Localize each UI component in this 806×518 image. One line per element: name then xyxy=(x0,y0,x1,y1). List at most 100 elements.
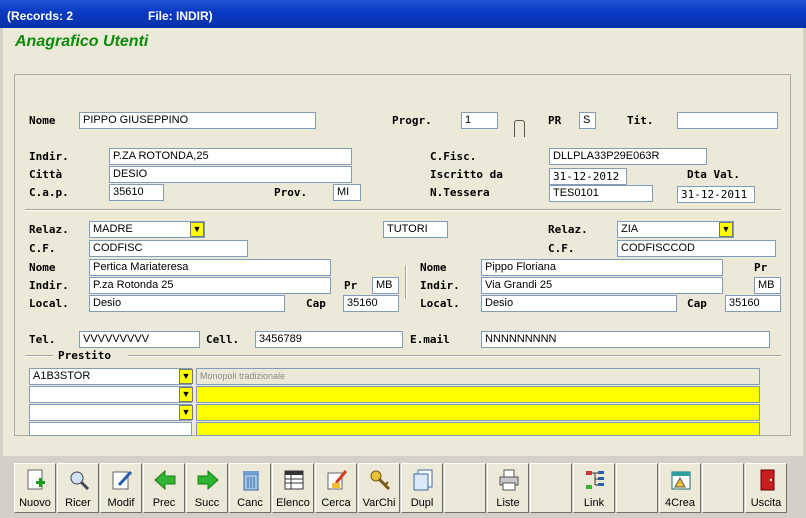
local2-field[interactable]: Desio xyxy=(481,295,677,312)
duplicate-icon xyxy=(413,469,433,491)
key-icon xyxy=(370,470,391,491)
cell-label: Cell. xyxy=(206,333,240,346)
chevron-down-icon[interactable]: ▼ xyxy=(719,222,733,237)
separator xyxy=(405,265,407,299)
modif-button[interactable]: Modif xyxy=(100,463,142,513)
cell-field[interactable]: 3456789 xyxy=(255,331,403,348)
new-document-icon xyxy=(27,469,45,490)
prestito-code-3[interactable] xyxy=(29,404,192,421)
printer-icon xyxy=(499,469,519,491)
file-name: File: INDIR) xyxy=(148,9,213,23)
pr-label: PR xyxy=(548,114,562,127)
dta-val-field[interactable]: 31-12-2011 xyxy=(677,186,755,203)
cap1-label: Cap xyxy=(306,297,326,310)
nuovo-button[interactable]: Nuovo xyxy=(14,463,56,513)
nome-field[interactable]: PIPPO GIUSEPPINO xyxy=(79,112,316,129)
ntessera-field[interactable]: TES0101 xyxy=(549,185,653,202)
exit-door-icon xyxy=(760,469,775,491)
tel-label: Tel. xyxy=(29,333,56,346)
window-titlebar[interactable]: (Records: 2 File: INDIR) xyxy=(0,0,806,28)
canc-button[interactable]: Canc xyxy=(229,463,271,513)
email-field[interactable]: NNNNNNNNN xyxy=(481,331,770,348)
chevron-down-icon[interactable]: ▼ xyxy=(179,405,193,420)
spin-toggle[interactable] xyxy=(514,120,525,137)
indir2-field[interactable]: Via Grandi 25 xyxy=(481,277,723,294)
relaz2-select[interactable]: ZIA xyxy=(617,221,734,238)
cf1-field[interactable]: CODFISC xyxy=(89,240,248,257)
tel-field[interactable]: VVVVVVVVV xyxy=(79,331,200,348)
uscita-button[interactable]: Uscita xyxy=(745,463,787,513)
local1-label: Local. xyxy=(29,297,69,310)
local1-field[interactable]: Desio xyxy=(89,295,285,312)
main-window: Anagrafico Utenti Nome PIPPO GIUSEPPINO … xyxy=(3,28,803,456)
indir1-label: Indir. xyxy=(29,279,69,292)
indir1-field[interactable]: P.za Rotonda 25 xyxy=(89,277,331,294)
liste-button[interactable]: Liste xyxy=(487,463,529,513)
prestito-desc-4 xyxy=(196,422,760,436)
local2-label: Local. xyxy=(420,297,460,310)
chevron-down-icon[interactable]: ▼ xyxy=(179,387,193,402)
cap-field[interactable]: 35610 xyxy=(109,184,164,201)
prestito-code-1[interactable]: A1B3STOR xyxy=(29,368,192,385)
relaz1-label: Relaz. xyxy=(29,223,69,236)
prestito-code-4[interactable] xyxy=(29,422,192,436)
blank-button-3[interactable] xyxy=(616,463,658,513)
nome1-field[interactable]: Pertica Mariateresa xyxy=(89,259,331,276)
ricer-button[interactable]: Ricer xyxy=(57,463,99,513)
prestito-desc-2 xyxy=(196,386,760,403)
prov-label: Prov. xyxy=(274,186,308,199)
divider xyxy=(128,355,781,357)
trash-icon xyxy=(243,471,259,491)
divider xyxy=(25,355,53,357)
progr-field[interactable]: 1 xyxy=(461,112,498,129)
chevron-down-icon[interactable]: ▼ xyxy=(179,369,193,384)
citta-label: Città xyxy=(29,168,63,181)
iscritto-label: Iscritto da xyxy=(430,168,503,181)
link-button[interactable]: Link xyxy=(573,463,615,513)
ntessera-label: N.Tessera xyxy=(430,186,490,199)
nome2-label: Nome xyxy=(420,261,447,274)
cf2-label: C.F. xyxy=(548,242,575,255)
cf2-field[interactable]: CODFISCCOD xyxy=(617,240,776,257)
dupl-button[interactable]: Dupl xyxy=(401,463,443,513)
prec-button[interactable]: Prec xyxy=(143,463,185,513)
create-table-icon xyxy=(671,471,691,490)
pr-field[interactable]: S xyxy=(579,112,596,129)
crea-button[interactable]: 4Crea xyxy=(659,463,701,513)
tutori-label: TUTORI xyxy=(383,221,448,238)
blank-button-1[interactable] xyxy=(444,463,486,513)
tree-icon xyxy=(586,471,604,489)
cfisc-field[interactable]: DLLPLA33P29E063R xyxy=(549,148,707,165)
cap-label: C.a.p. xyxy=(29,186,69,199)
prestito-desc-3 xyxy=(196,404,760,421)
pr2-label-top: Pr xyxy=(754,261,768,274)
succ-button[interactable]: Succ xyxy=(186,463,228,513)
chevron-down-icon[interactable]: ▼ xyxy=(190,222,204,237)
relaz2-label: Relaz. xyxy=(548,223,588,236)
form-panel: Nome PIPPO GIUSEPPINO Progr. 1 PR S Tit.… xyxy=(14,74,791,436)
pr1-field[interactable]: MB xyxy=(372,277,399,294)
progr-label: Progr. xyxy=(392,114,432,127)
prestito-code-2[interactable] xyxy=(29,386,192,403)
find-icon xyxy=(327,470,348,490)
elenco-button[interactable]: Elenco xyxy=(272,463,314,513)
citta-field[interactable]: DESIO xyxy=(109,166,352,183)
relaz1-select[interactable]: MADRE xyxy=(89,221,205,238)
blank-button-2[interactable] xyxy=(530,463,572,513)
prov-field[interactable]: MI xyxy=(333,184,361,201)
nome2-field[interactable]: Pippo Floriana xyxy=(481,259,723,276)
cap1-field[interactable]: 35160 xyxy=(343,295,399,312)
pr2-field[interactable]: MB xyxy=(754,277,781,294)
arrow-right-icon xyxy=(197,469,219,491)
prestito-label: Prestito xyxy=(58,349,111,362)
indir-field[interactable]: P.ZA ROTONDA,25 xyxy=(109,148,352,165)
tit-field[interactable] xyxy=(677,112,778,129)
cerca-button[interactable]: Cerca xyxy=(315,463,357,513)
iscritto-field[interactable]: 31-12-2012 xyxy=(549,168,627,185)
tit-label: Tit. xyxy=(627,114,654,127)
dta-val-label: Dta Val. xyxy=(687,168,740,181)
blank-button-4[interactable] xyxy=(702,463,744,513)
cap2-field[interactable]: 35160 xyxy=(725,295,781,312)
varchi-button[interactable]: VarChi xyxy=(358,463,400,513)
nome1-label: Nome xyxy=(29,261,56,274)
